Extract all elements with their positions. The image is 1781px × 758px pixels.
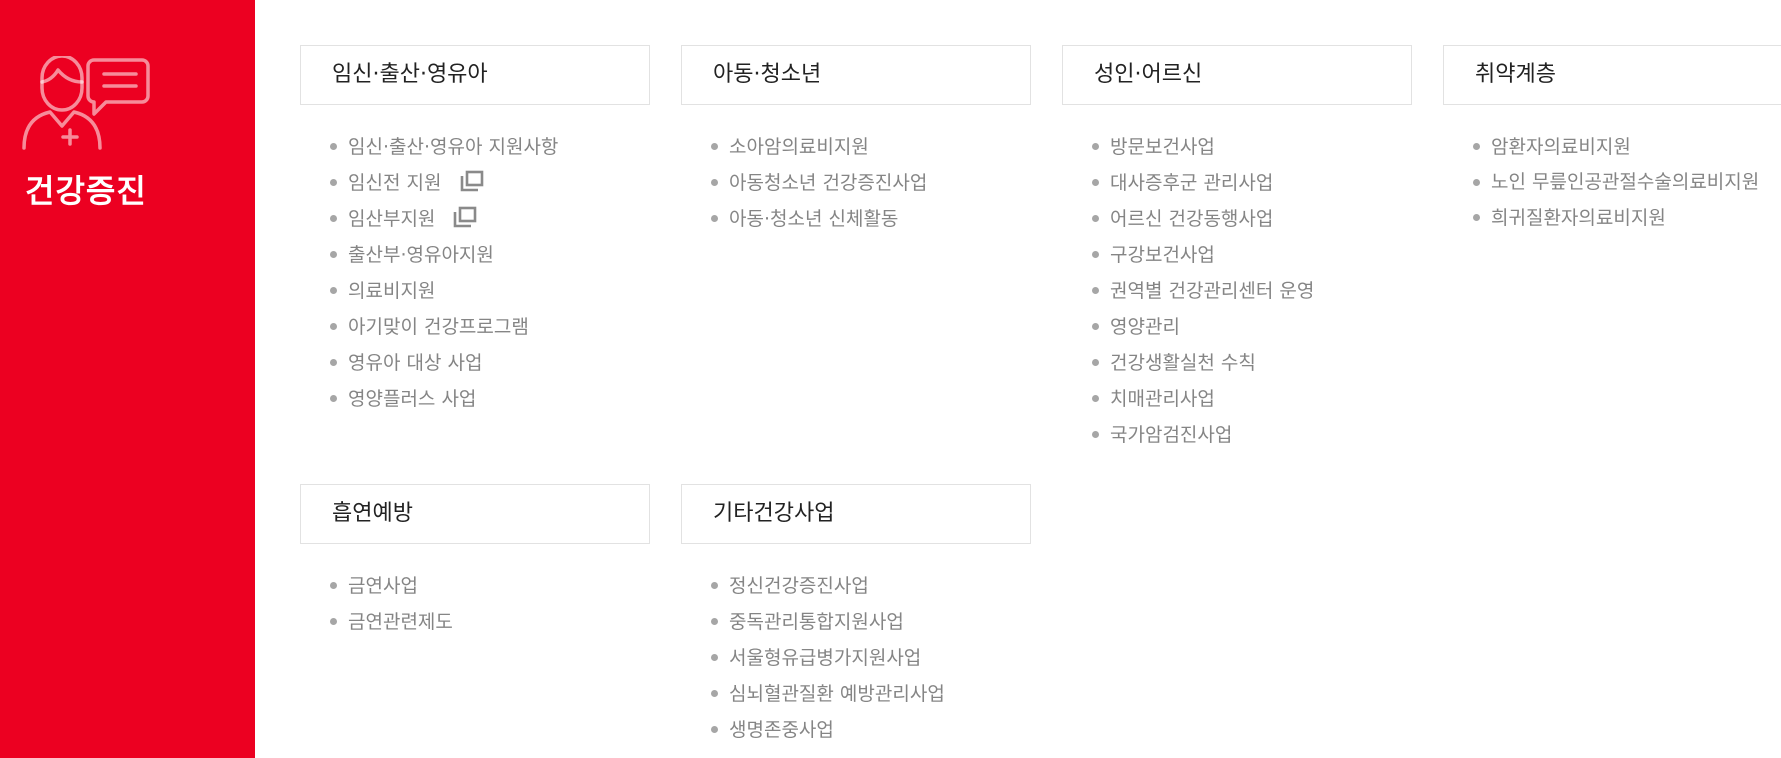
menu-item[interactable]: 노인 무릎인공관절수술의료비지원 xyxy=(1443,165,1761,200)
menu-item[interactable]: 출산부·영유아지원 xyxy=(300,237,650,273)
menu-item[interactable]: 금연사업 xyxy=(300,568,650,604)
menu-item[interactable]: 권역별 건강관리센터 운영 xyxy=(1062,273,1412,309)
menu-item[interactable]: 서울형유급병가지원사업 xyxy=(681,640,1031,676)
menu-item[interactable]: 정신건강증진사업 xyxy=(681,568,1031,604)
group-title[interactable]: 임신·출산·영유아 xyxy=(300,45,650,105)
sidebar: 건강증진 xyxy=(0,0,255,758)
menu-item[interactable]: 대사증후군 관리사업 xyxy=(1062,165,1412,201)
menu-item[interactable]: 임신·출산·영유아 지원사항 xyxy=(300,129,650,165)
group-title[interactable]: 성인·어르신 xyxy=(1062,45,1412,105)
new-window-icon xyxy=(460,170,483,192)
menu-item[interactable]: 방문보건사업 xyxy=(1062,129,1412,165)
menu-item[interactable]: 소아암의료비지원 xyxy=(681,129,1031,165)
menu-item[interactable]: 아기맞이 건강프로그램 xyxy=(300,309,650,345)
menu-item[interactable]: 어르신 건강동행사업 xyxy=(1062,201,1412,237)
menu-item[interactable]: 국가암검진사업 xyxy=(1062,417,1412,453)
menu-group-youth: 아동·청소년 소아암의료비지원 아동청소년 건강증진사업 아동·청소년 신체활동 xyxy=(681,45,1031,237)
menu-item[interactable]: 금연관련제도 xyxy=(300,604,650,640)
menu-group-adults: 성인·어르신 방문보건사업 대사증후군 관리사업 어르신 건강동행사업 구강보건… xyxy=(1062,45,1412,453)
group-title[interactable]: 기타건강사업 xyxy=(681,484,1031,544)
menu-group-other: 기타건강사업 정신건강증진사업 중독관리통합지원사업 서울형유급병가지원사업 심… xyxy=(681,484,1031,748)
menu-item[interactable]: 의료비지원 xyxy=(300,273,650,309)
group-title[interactable]: 취약계층 xyxy=(1443,45,1781,105)
group-title[interactable]: 아동·청소년 xyxy=(681,45,1031,105)
new-window-icon xyxy=(454,206,477,228)
menu-group-smoking: 흡연예방 금연사업 금연관련제도 xyxy=(300,484,650,640)
menu-item[interactable]: 생명존중사업 xyxy=(681,712,1031,748)
menu-item[interactable]: 임신전 지원 xyxy=(300,165,650,201)
menu-item[interactable]: 중독관리통합지원사업 xyxy=(681,604,1031,640)
menu-group-pregnancy: 임신·출산·영유아 임신·출산·영유아 지원사항 임신전 지원 임산부지원 출산… xyxy=(300,45,650,417)
group-title[interactable]: 흡연예방 xyxy=(300,484,650,544)
page-title: 건강증진 xyxy=(25,172,147,210)
menu-item[interactable]: 암환자의료비지원 xyxy=(1443,129,1781,165)
menu-content: 임신·출산·영유아 임신·출산·영유아 지원사항 임신전 지원 임산부지원 출산… xyxy=(300,45,1781,758)
menu-item[interactable]: 영유아 대상 사업 xyxy=(300,345,650,381)
menu-item[interactable]: 치매관리사업 xyxy=(1062,381,1412,417)
menu-item[interactable]: 영양플러스 사업 xyxy=(300,381,650,417)
menu-item[interactable]: 임산부지원 xyxy=(300,201,650,237)
menu-item[interactable]: 영양관리 xyxy=(1062,309,1412,345)
menu-item[interactable]: 아동·청소년 신체활동 xyxy=(681,201,1031,237)
menu-item[interactable]: 희귀질환자의료비지원 xyxy=(1443,200,1781,236)
menu-item[interactable]: 아동청소년 건강증진사업 xyxy=(681,165,1031,201)
menu-item[interactable]: 심뇌혈관질환 예방관리사업 xyxy=(681,676,1031,712)
menu-item[interactable]: 구강보건사업 xyxy=(1062,237,1412,273)
doctor-chat-icon xyxy=(22,56,150,150)
menu-group-vulnerable: 취약계층 암환자의료비지원 노인 무릎인공관절수술의료비지원 희귀질환자의료비지… xyxy=(1443,45,1781,236)
menu-item[interactable]: 건강생활실천 수칙 xyxy=(1062,345,1412,381)
